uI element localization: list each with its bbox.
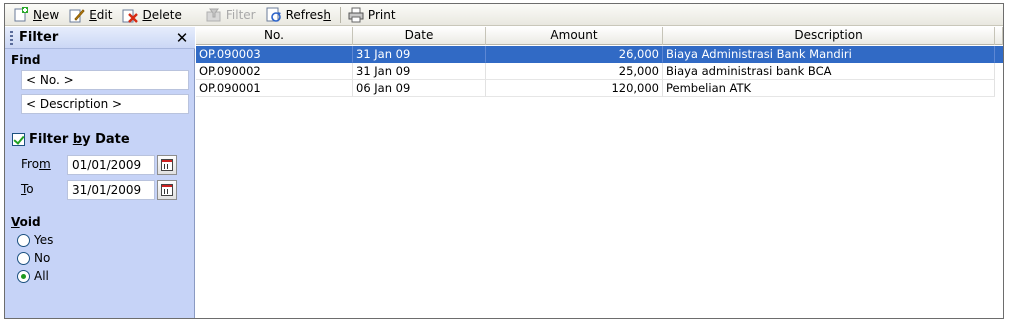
- delete-button[interactable]: Delete: [118, 5, 187, 25]
- window: New Edit Delete Filter Refresh Print Fil…: [4, 3, 1004, 319]
- printer-icon: [348, 7, 364, 23]
- column-header-date[interactable]: Date: [353, 27, 486, 45]
- close-icon[interactable]: ✕: [173, 29, 191, 47]
- no-search-input[interactable]: < No. >: [21, 70, 189, 90]
- column-header-amount[interactable]: Amount: [486, 27, 663, 45]
- table-row[interactable]: OP.090003 31 Jan 09 26,000 Biaya Adminis…: [196, 46, 1003, 63]
- print-button[interactable]: Print: [344, 5, 402, 25]
- to-date-input[interactable]: 31/01/2009: [67, 180, 155, 200]
- void-radio-no[interactable]: No: [17, 251, 50, 265]
- toolbar-separator: [339, 6, 341, 23]
- filter-icon: [206, 7, 222, 23]
- table-row[interactable]: OP.090001 06 Jan 09 120,000 Pembelian AT…: [196, 80, 1003, 97]
- new-icon: [13, 6, 29, 23]
- calendar-icon: [161, 184, 173, 196]
- grip-icon[interactable]: [10, 30, 13, 45]
- filter-panel: Filter ✕ Find < No. > < Description > Fi…: [5, 27, 195, 318]
- filter-panel-header: Filter ✕: [5, 27, 195, 49]
- description-search-input[interactable]: < Description >: [21, 94, 189, 114]
- checkbox-checked[interactable]: [12, 133, 25, 146]
- column-header-filler: [995, 27, 1003, 45]
- find-label: Find: [11, 53, 41, 67]
- edit-icon: [69, 7, 85, 23]
- edit-button[interactable]: Edit: [65, 5, 118, 25]
- calendar-icon: [161, 159, 173, 171]
- to-label: To: [21, 182, 34, 196]
- filter-panel-title: Filter: [19, 30, 59, 45]
- column-header-no[interactable]: No.: [196, 27, 353, 45]
- new-button[interactable]: New: [9, 5, 65, 25]
- toolbar: New Edit Delete Filter Refresh Print: [5, 4, 1003, 26]
- void-radio-yes[interactable]: Yes: [17, 233, 53, 247]
- column-header-description[interactable]: Description: [663, 27, 995, 45]
- void-radio-all[interactable]: All: [17, 269, 49, 283]
- table-row[interactable]: OP.090002 31 Jan 09 25,000 Biaya adminis…: [196, 63, 1003, 80]
- from-label: From: [21, 157, 51, 171]
- delete-icon: [122, 7, 139, 23]
- grid-header: No. Date Amount Description: [196, 27, 1003, 45]
- data-grid: No. Date Amount Description OP.090003 31…: [196, 27, 1003, 318]
- to-calendar-button[interactable]: [157, 180, 177, 200]
- void-label: Void: [11, 215, 41, 229]
- from-date-input[interactable]: 01/01/2009: [67, 155, 155, 175]
- filter-by-date-checkbox[interactable]: Filter by Date: [12, 132, 130, 147]
- refresh-icon: [266, 7, 282, 23]
- filter-button[interactable]: Filter: [202, 5, 262, 25]
- refresh-button[interactable]: Refresh: [262, 5, 337, 25]
- from-calendar-button[interactable]: [157, 155, 177, 175]
